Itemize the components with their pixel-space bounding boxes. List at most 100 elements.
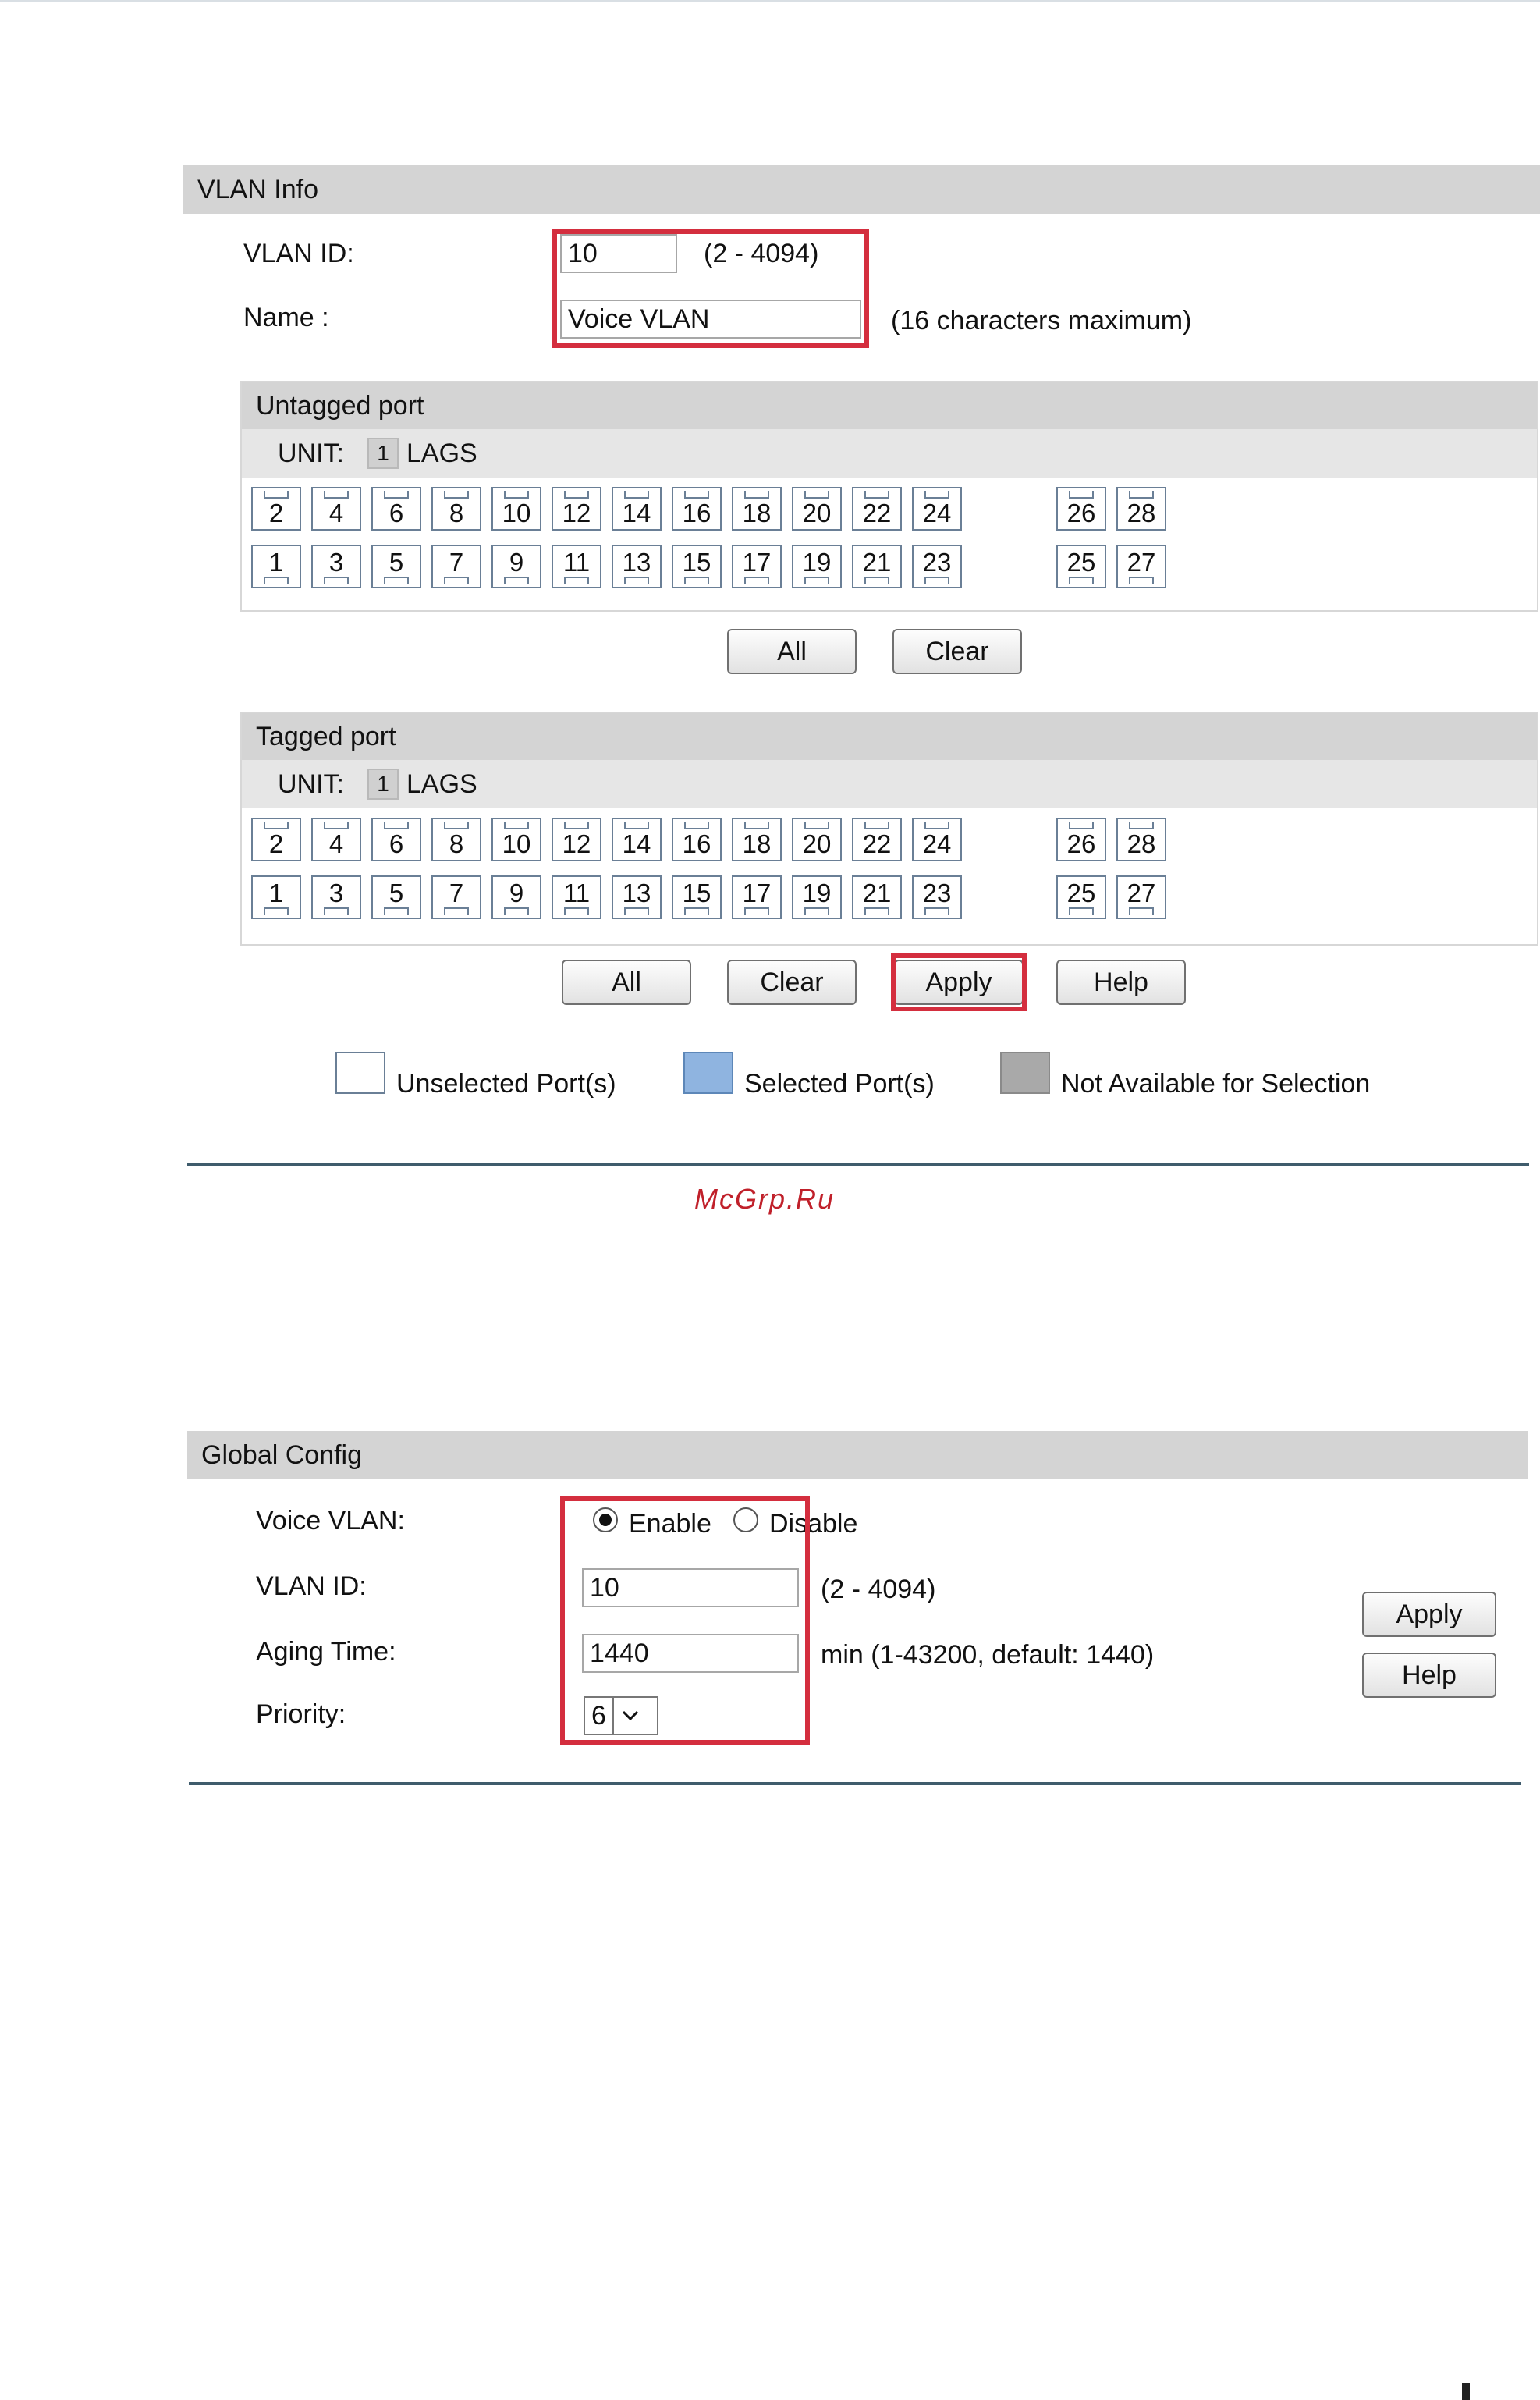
port-button[interactable]: 7 bbox=[431, 545, 481, 588]
vlan-id-label: VLAN ID: bbox=[243, 239, 354, 268]
port-button[interactable]: 6 bbox=[371, 818, 421, 861]
port-button[interactable]: 17 bbox=[732, 875, 782, 919]
port-button[interactable]: 25 bbox=[1056, 545, 1106, 588]
vlan-id-input[interactable] bbox=[560, 234, 677, 273]
section-divider bbox=[189, 1782, 1521, 1785]
vlan-help-button[interactable]: Help bbox=[1056, 960, 1186, 1005]
port-button[interactable]: 11 bbox=[552, 875, 601, 919]
tagged-port-title: Tagged port bbox=[256, 721, 396, 751]
tagged-all-button[interactable]: All bbox=[562, 960, 691, 1005]
port-button[interactable]: 5 bbox=[371, 545, 421, 588]
tagged-clear-button[interactable]: Clear bbox=[727, 960, 857, 1005]
port-button[interactable]: 4 bbox=[311, 818, 361, 861]
port-button[interactable]: 19 bbox=[792, 545, 842, 588]
port-button[interactable]: 8 bbox=[431, 818, 481, 861]
port-button[interactable]: 12 bbox=[552, 487, 601, 531]
port-button[interactable]: 7 bbox=[431, 875, 481, 919]
enable-radio[interactable] bbox=[593, 1507, 618, 1532]
port-button[interactable]: 24 bbox=[912, 487, 962, 531]
port-button[interactable]: 21 bbox=[852, 875, 902, 919]
port-button[interactable]: 12 bbox=[552, 818, 601, 861]
port-button[interactable]: 15 bbox=[672, 875, 722, 919]
vlan-apply-button[interactable]: Apply bbox=[894, 960, 1024, 1005]
port-button[interactable]: 11 bbox=[552, 545, 601, 588]
port-button[interactable]: 26 bbox=[1056, 487, 1106, 531]
port-button[interactable]: 25 bbox=[1056, 875, 1106, 919]
port-button[interactable]: 24 bbox=[912, 818, 962, 861]
unit-selector[interactable]: 1 bbox=[367, 769, 399, 800]
aging-time-hint: min (1-43200, default: 1440) bbox=[821, 1640, 1155, 1670]
selected-port-icon bbox=[683, 1052, 733, 1094]
tagged-top-ports: 2 4 6 8 10 12 14 16 18 20 22 24 26 28 bbox=[251, 818, 1176, 861]
port-button[interactable]: 4 bbox=[311, 487, 361, 531]
port-button[interactable]: 22 bbox=[852, 487, 902, 531]
port-button[interactable]: 26 bbox=[1056, 818, 1106, 861]
lags-link[interactable]: LAGS bbox=[406, 438, 477, 469]
untagged-clear-button[interactable]: Clear bbox=[892, 629, 1022, 674]
port-button[interactable]: 22 bbox=[852, 818, 902, 861]
untagged-all-button[interactable]: All bbox=[727, 629, 857, 674]
port-button[interactable]: 10 bbox=[491, 818, 541, 861]
port-button[interactable]: 9 bbox=[491, 545, 541, 588]
vlan-id-range-hint: (2 - 4094) bbox=[704, 239, 819, 268]
port-button[interactable]: 14 bbox=[612, 487, 662, 531]
watermark: McGrp.Ru bbox=[694, 1183, 836, 1215]
port-button[interactable]: 2 bbox=[251, 487, 301, 531]
port-button[interactable]: 20 bbox=[792, 818, 842, 861]
page-marker bbox=[1462, 2383, 1470, 2400]
port-button[interactable]: 20 bbox=[792, 487, 842, 531]
port-button[interactable]: 15 bbox=[672, 545, 722, 588]
vlan-name-input[interactable] bbox=[560, 300, 861, 339]
enable-label: Enable bbox=[629, 1509, 711, 1539]
unavailable-port-icon bbox=[1000, 1052, 1050, 1094]
port-button[interactable]: 18 bbox=[732, 487, 782, 531]
port-button[interactable]: 27 bbox=[1116, 545, 1166, 588]
legend-selected-label: Selected Port(s) bbox=[744, 1069, 935, 1099]
priority-select[interactable]: 6 bbox=[584, 1696, 658, 1735]
tagged-bottom-ports: 1 3 5 7 9 11 13 15 17 19 21 23 25 27 bbox=[251, 875, 1176, 919]
port-button[interactable]: 1 bbox=[251, 545, 301, 588]
aging-time-label: Aging Time: bbox=[256, 1637, 396, 1667]
port-button[interactable]: 3 bbox=[311, 875, 361, 919]
global-vlan-id-hint: (2 - 4094) bbox=[821, 1575, 936, 1604]
port-button[interactable]: 13 bbox=[612, 875, 662, 919]
port-button[interactable]: 1 bbox=[251, 875, 301, 919]
port-button[interactable]: 3 bbox=[311, 545, 361, 588]
port-button[interactable]: 27 bbox=[1116, 875, 1166, 919]
port-button[interactable]: 28 bbox=[1116, 818, 1166, 861]
voice-vlan-label: Voice VLAN: bbox=[256, 1506, 405, 1536]
port-button[interactable]: 16 bbox=[672, 487, 722, 531]
port-button[interactable]: 23 bbox=[912, 875, 962, 919]
global-config-title: Global Config bbox=[201, 1440, 363, 1470]
untagged-port-header: Untagged port bbox=[242, 382, 1537, 429]
port-button[interactable]: 10 bbox=[491, 487, 541, 531]
port-button[interactable]: 5 bbox=[371, 875, 421, 919]
port-button[interactable]: 21 bbox=[852, 545, 902, 588]
aging-time-input[interactable] bbox=[582, 1634, 799, 1673]
global-vlan-id-input[interactable] bbox=[582, 1568, 799, 1607]
lags-link[interactable]: LAGS bbox=[406, 769, 477, 800]
legend-unavailable-label: Not Available for Selection bbox=[1061, 1069, 1371, 1099]
name-label: Name : bbox=[243, 303, 329, 332]
port-button[interactable]: 14 bbox=[612, 818, 662, 861]
disable-radio[interactable] bbox=[733, 1507, 758, 1532]
port-button[interactable]: 13 bbox=[612, 545, 662, 588]
tagged-unit-row: UNIT: 1 LAGS bbox=[242, 760, 1537, 808]
untagged-unit-row: UNIT: 1 LAGS bbox=[242, 429, 1537, 478]
port-button[interactable]: 9 bbox=[491, 875, 541, 919]
unit-selector[interactable]: 1 bbox=[367, 438, 399, 469]
port-button[interactable]: 19 bbox=[792, 875, 842, 919]
port-button[interactable]: 6 bbox=[371, 487, 421, 531]
port-button[interactable]: 17 bbox=[732, 545, 782, 588]
port-button[interactable]: 8 bbox=[431, 487, 481, 531]
port-button[interactable]: 28 bbox=[1116, 487, 1166, 531]
port-button[interactable]: 23 bbox=[912, 545, 962, 588]
port-button[interactable]: 18 bbox=[732, 818, 782, 861]
tagged-port-panel: Tagged port UNIT: 1 LAGS 2 4 6 8 10 12 1… bbox=[240, 712, 1538, 946]
global-help-button[interactable]: Help bbox=[1362, 1653, 1496, 1698]
global-apply-button[interactable]: Apply bbox=[1362, 1592, 1496, 1637]
port-button[interactable]: 2 bbox=[251, 818, 301, 861]
legend-unselected-label: Unselected Port(s) bbox=[396, 1069, 616, 1099]
unit-label: UNIT: bbox=[278, 769, 344, 799]
port-button[interactable]: 16 bbox=[672, 818, 722, 861]
